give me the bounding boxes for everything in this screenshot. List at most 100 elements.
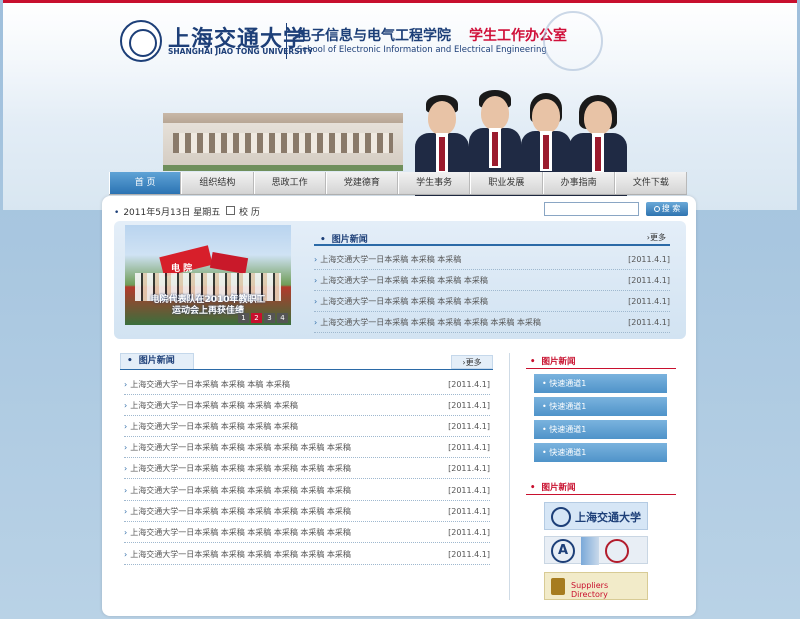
- main-content: • 2011年5月13日 星期五 校 历 搜 索 电 院 电院代表队在2010年教…: [102, 196, 696, 616]
- slide-page-2[interactable]: 2: [251, 313, 262, 323]
- news-date: [2011.4.1]: [448, 443, 490, 452]
- news-date: [2011.4.1]: [628, 318, 670, 327]
- top-news-more-link[interactable]: ›更多: [647, 232, 666, 243]
- news-date: [2011.4.1]: [628, 255, 670, 264]
- list-item[interactable]: › 上海交通大学一日本采稿 本采稿 本采稿 本采稿 本采稿 本采稿 [2011.4.…: [124, 522, 490, 543]
- news-date: [2011.4.1]: [448, 464, 490, 473]
- news-date: [2011.4.1]: [448, 550, 490, 559]
- school-name-cn: 电子信息与电气工程学院: [297, 28, 451, 44]
- news-date: [2011.4.1]: [628, 276, 670, 285]
- arrow-icon: ›: [124, 486, 128, 495]
- partner-sjtu-label: 上海交通大学: [575, 511, 641, 524]
- search-input[interactable]: [544, 202, 639, 216]
- current-date: 2011年5月13日 星期五: [123, 208, 221, 218]
- lower-news-header: 图片新闻 ›更多: [120, 353, 493, 370]
- nav-item-organization[interactable]: 组织结构: [181, 172, 254, 194]
- arrow-icon: ›: [124, 550, 128, 559]
- arrow-icon: ›: [314, 318, 318, 327]
- slide-flag-image: [209, 251, 249, 275]
- news-date: [2011.4.1]: [628, 297, 670, 306]
- quick-link-3[interactable]: 快速通道1: [534, 420, 667, 439]
- nav-item-party-building[interactable]: 党建德育: [325, 172, 398, 194]
- nav-item-downloads[interactable]: 文件下载: [614, 172, 687, 194]
- slide-caption-line: 电院代表队在2010年教职工: [150, 295, 266, 305]
- list-item[interactable]: › 上海交通大学一日本采稿 本采稿 本采稿 本采稿 本采稿 本采稿 [2011.4.…: [314, 312, 670, 333]
- featured-news-panel: 电 院 电院代表队在2010年教职工 运动会上再获佳绩 1 2 3 4 图片新闻…: [114, 221, 686, 339]
- list-item[interactable]: › 上海交通大学一日本采稿 本采稿 本采稿 本采稿 本采稿 本采稿 [2011.4.…: [124, 437, 490, 458]
- arrow-icon: ›: [314, 255, 318, 264]
- arrow-icon: ›: [124, 380, 128, 389]
- university-name-en: SHANGHAI JIAO TONG UNIVERSITY: [168, 47, 313, 56]
- list-item[interactable]: › 上海交通大学一日本采稿 本采稿 本采稿 本采稿 本采稿 本采稿 [2011.4.…: [124, 501, 490, 522]
- arrow-icon: ›: [124, 464, 128, 473]
- nav-item-ideology[interactable]: 思政工作: [253, 172, 326, 194]
- nav-item-guide[interactable]: 办事指南: [542, 172, 615, 194]
- arrow-icon: ›: [124, 507, 128, 516]
- partners-header: 图片新闻: [526, 479, 676, 495]
- quick-link-1[interactable]: 快速通道1: [534, 374, 667, 393]
- book-icon: [551, 578, 565, 595]
- partner-link-badges[interactable]: [544, 536, 648, 565]
- bullet-icon: •: [114, 208, 120, 218]
- nav-item-student-affairs[interactable]: 学生事务: [398, 172, 471, 194]
- campus-building-image: [163, 113, 403, 171]
- nav-item-career[interactable]: 职业发展: [470, 172, 543, 194]
- photo-slideshow[interactable]: 电 院 电院代表队在2010年教职工 运动会上再获佳绩 1 2 3 4: [125, 225, 291, 325]
- news-date: [2011.4.1]: [448, 401, 490, 410]
- top-news-title: 图片新闻: [320, 232, 368, 245]
- university-seal-icon: [120, 20, 162, 62]
- arrow-icon: ›: [314, 276, 318, 285]
- quick-link-4[interactable]: 快速通道1: [534, 443, 667, 462]
- quick-links-title: 图片新闻: [530, 355, 575, 367]
- list-item[interactable]: › 上海交通大学一日本采稿 本采稿 本采稿 本采稿 [2011.4.1]: [124, 395, 490, 416]
- list-item[interactable]: › 上海交通大学一日本采稿 本采稿 本稿 本采稿 [2011.4.1]: [124, 374, 490, 395]
- list-item[interactable]: › 上海交通大学一日本采稿 本采稿 本采稿 本采稿 本采稿 本采稿 [2011.4.…: [124, 480, 490, 501]
- header-divider: [286, 23, 287, 59]
- search-button[interactable]: 搜 索: [646, 202, 688, 216]
- quick-link-2[interactable]: 快速通道1: [534, 397, 667, 416]
- badge-seal-icon: [605, 539, 629, 563]
- badge-a-icon: [551, 539, 575, 563]
- partner-link-suppliers[interactable]: Suppliers Directory: [544, 572, 648, 600]
- news-date: [2011.4.1]: [448, 422, 490, 431]
- partners-title: 图片新闻: [530, 481, 575, 493]
- partner-link-sjtu[interactable]: 上海交通大学: [544, 502, 648, 530]
- news-date: [2011.4.1]: [448, 507, 490, 516]
- news-date: [2011.4.1]: [448, 380, 490, 389]
- arrow-icon: ›: [124, 401, 128, 410]
- arrow-icon: ›: [314, 297, 318, 306]
- main-nav: 首 页 组织结构 思政工作 党建德育 学生事务 职业发展 办事指南 文件下载: [109, 172, 687, 195]
- partner-suppliers-label: Suppliers Directory: [571, 581, 609, 599]
- calendar-icon[interactable]: [226, 206, 235, 215]
- column-divider: [509, 353, 510, 600]
- slide-page-1[interactable]: 1: [238, 313, 249, 323]
- slide-page-4[interactable]: 4: [277, 313, 288, 323]
- arrow-icon: ›: [124, 422, 128, 431]
- list-item[interactable]: › 上海交通大学一日本采稿 本采稿 本采稿 [2011.4.1]: [314, 249, 670, 270]
- list-item[interactable]: › 上海交通大学一日本采稿 本采稿 本采稿 本采稿 [2011.4.1]: [314, 270, 670, 291]
- calendar-link[interactable]: 校 历: [239, 205, 260, 218]
- badge-stripe: [581, 537, 599, 565]
- slide-pager: 1 2 3 4: [238, 313, 288, 323]
- slide-badge: 电 院: [171, 264, 193, 274]
- lower-news-tab[interactable]: 图片新闻: [120, 353, 194, 369]
- search-button-label: 搜 索: [661, 204, 681, 213]
- search-icon: [653, 206, 660, 212]
- top-news-header: 图片新闻 ›更多: [314, 229, 670, 246]
- slide-page-3[interactable]: 3: [264, 313, 275, 323]
- list-item[interactable]: › 上海交通大学一日本采稿 本采稿 本采稿 本采稿 [2011.4.1]: [124, 416, 490, 437]
- list-item[interactable]: › 上海交通大学一日本采稿 本采稿 本采稿 本采稿 本采稿 本采稿 [2011.4.…: [124, 458, 490, 479]
- news-date: [2011.4.1]: [448, 486, 490, 495]
- sjtu-seal-icon: [551, 507, 571, 527]
- school-name-en: School of Electronic Information and Ele…: [297, 45, 547, 55]
- nav-item-home[interactable]: 首 页: [109, 172, 182, 194]
- quick-links-header: 图片新闻: [526, 353, 676, 369]
- arrow-icon: ›: [124, 528, 128, 537]
- list-item[interactable]: › 上海交通大学一日本采稿 本采稿 本采稿 本采稿 本采稿 本采稿 [2011.4.…: [124, 544, 490, 565]
- date-display: • 2011年5月13日 星期五: [114, 205, 220, 218]
- lower-news-more-link[interactable]: ›更多: [451, 355, 493, 369]
- list-item[interactable]: › 上海交通大学一日本采稿 本采稿 本采稿 本采稿 [2011.4.1]: [314, 291, 670, 312]
- news-date: [2011.4.1]: [448, 528, 490, 537]
- arrow-icon: ›: [124, 443, 128, 452]
- decorative-emblem-icon: [543, 11, 603, 71]
